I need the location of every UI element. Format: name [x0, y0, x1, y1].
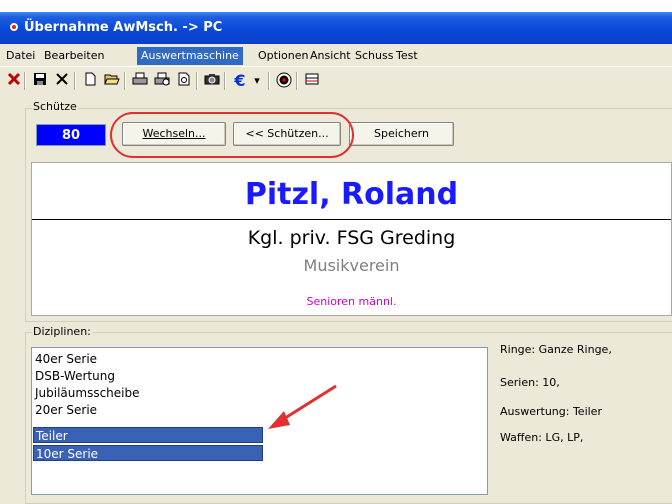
menu-bearbeiten[interactable]: Bearbeiten: [40, 47, 108, 65]
subclub-name: Musikverein: [303, 256, 400, 275]
toolbar-separator: [224, 72, 226, 90]
menu-bar: Datei Bearbeiten Auswertmaschine Optione…: [0, 46, 672, 67]
menu-datei[interactable]: Datei: [2, 47, 39, 65]
dropdown-arrow-icon[interactable]: ▾: [250, 72, 264, 90]
save-icon[interactable]: [30, 72, 50, 90]
category-label: Senioren männl.: [306, 295, 397, 308]
list-item[interactable]: 20er Serie: [33, 402, 263, 418]
background-window-strip: [0, 0, 672, 12]
euro-icon[interactable]: €: [230, 72, 250, 90]
close-icon[interactable]: [4, 72, 24, 90]
layout-icon[interactable]: [302, 72, 322, 90]
window-title: Übernahme AwMsch. -> PC: [24, 20, 223, 35]
disziplinen-listbox[interactable]: 40er Serie DSB-Wertung Jubiläumsscheibe …: [31, 347, 488, 495]
menu-optionen[interactable]: Optionen: [254, 47, 312, 65]
auswertung-info: Auswertung: Teiler: [500, 405, 602, 418]
title-bar[interactable]: Übernahme AwMsch. -> PC: [0, 12, 672, 44]
toolbar-separator: [196, 72, 198, 90]
new-document-icon[interactable]: [80, 72, 100, 90]
shooter-name: Pitzl, Roland: [244, 177, 459, 212]
toolbar: € ▾: [0, 68, 672, 94]
delete-icon[interactable]: [52, 72, 72, 90]
print-setup-icon[interactable]: [152, 72, 172, 90]
list-item[interactable]: Jubiläumsscheibe: [33, 385, 263, 401]
list-item-selected[interactable]: 10er Serie: [33, 445, 263, 461]
menu-ansicht[interactable]: Ansicht: [306, 47, 355, 65]
wechseln-button-label: Wechseln...: [142, 127, 206, 140]
menu-auswertmaschine[interactable]: Auswertmaschine: [137, 47, 243, 65]
schuetzen-button[interactable]: << Schützen...: [233, 122, 341, 146]
menu-schuss[interactable]: Schuss: [351, 47, 397, 65]
speichern-button[interactable]: Speichern: [349, 122, 454, 146]
toolbar-separator: [74, 72, 76, 90]
schuetze-group-label: Schütze: [32, 100, 78, 113]
list-item[interactable]: 40er Serie: [33, 351, 263, 367]
club-name: Kgl. priv. FSG Greding: [247, 227, 456, 249]
wechseln-button[interactable]: Wechseln...: [122, 122, 226, 146]
menu-test[interactable]: Test: [392, 47, 422, 65]
camera-icon[interactable]: [202, 72, 222, 90]
disziplinen-group-label: Diziplinen:: [32, 325, 92, 338]
list-item-selected[interactable]: Teiler: [33, 427, 263, 443]
target-icon[interactable]: [274, 72, 294, 90]
toolbar-separator: [296, 72, 298, 90]
shooter-number: 80: [36, 124, 106, 146]
app-icon[interactable]: [10, 23, 18, 31]
print-preview-icon[interactable]: [174, 72, 194, 90]
speichern-button-label: Speichern: [374, 127, 429, 140]
shooter-info-panel: Pitzl, Roland Kgl. priv. FSG Greding Mus…: [31, 162, 672, 316]
print-icon[interactable]: [130, 72, 150, 90]
toolbar-separator: [268, 72, 270, 90]
schuetzen-button-label: << Schützen...: [245, 127, 329, 140]
ringe-info: Ringe: Ganze Ringe,: [500, 343, 612, 356]
serien-info: Serien: 10,: [500, 376, 560, 389]
waffen-info: Waffen: LG, LP,: [500, 431, 584, 444]
open-folder-icon[interactable]: [102, 72, 122, 90]
list-item[interactable]: DSB-Wertung: [33, 368, 263, 384]
toolbar-separator: [124, 72, 126, 90]
toolbar-separator: [24, 72, 26, 90]
name-divider: [32, 219, 671, 220]
